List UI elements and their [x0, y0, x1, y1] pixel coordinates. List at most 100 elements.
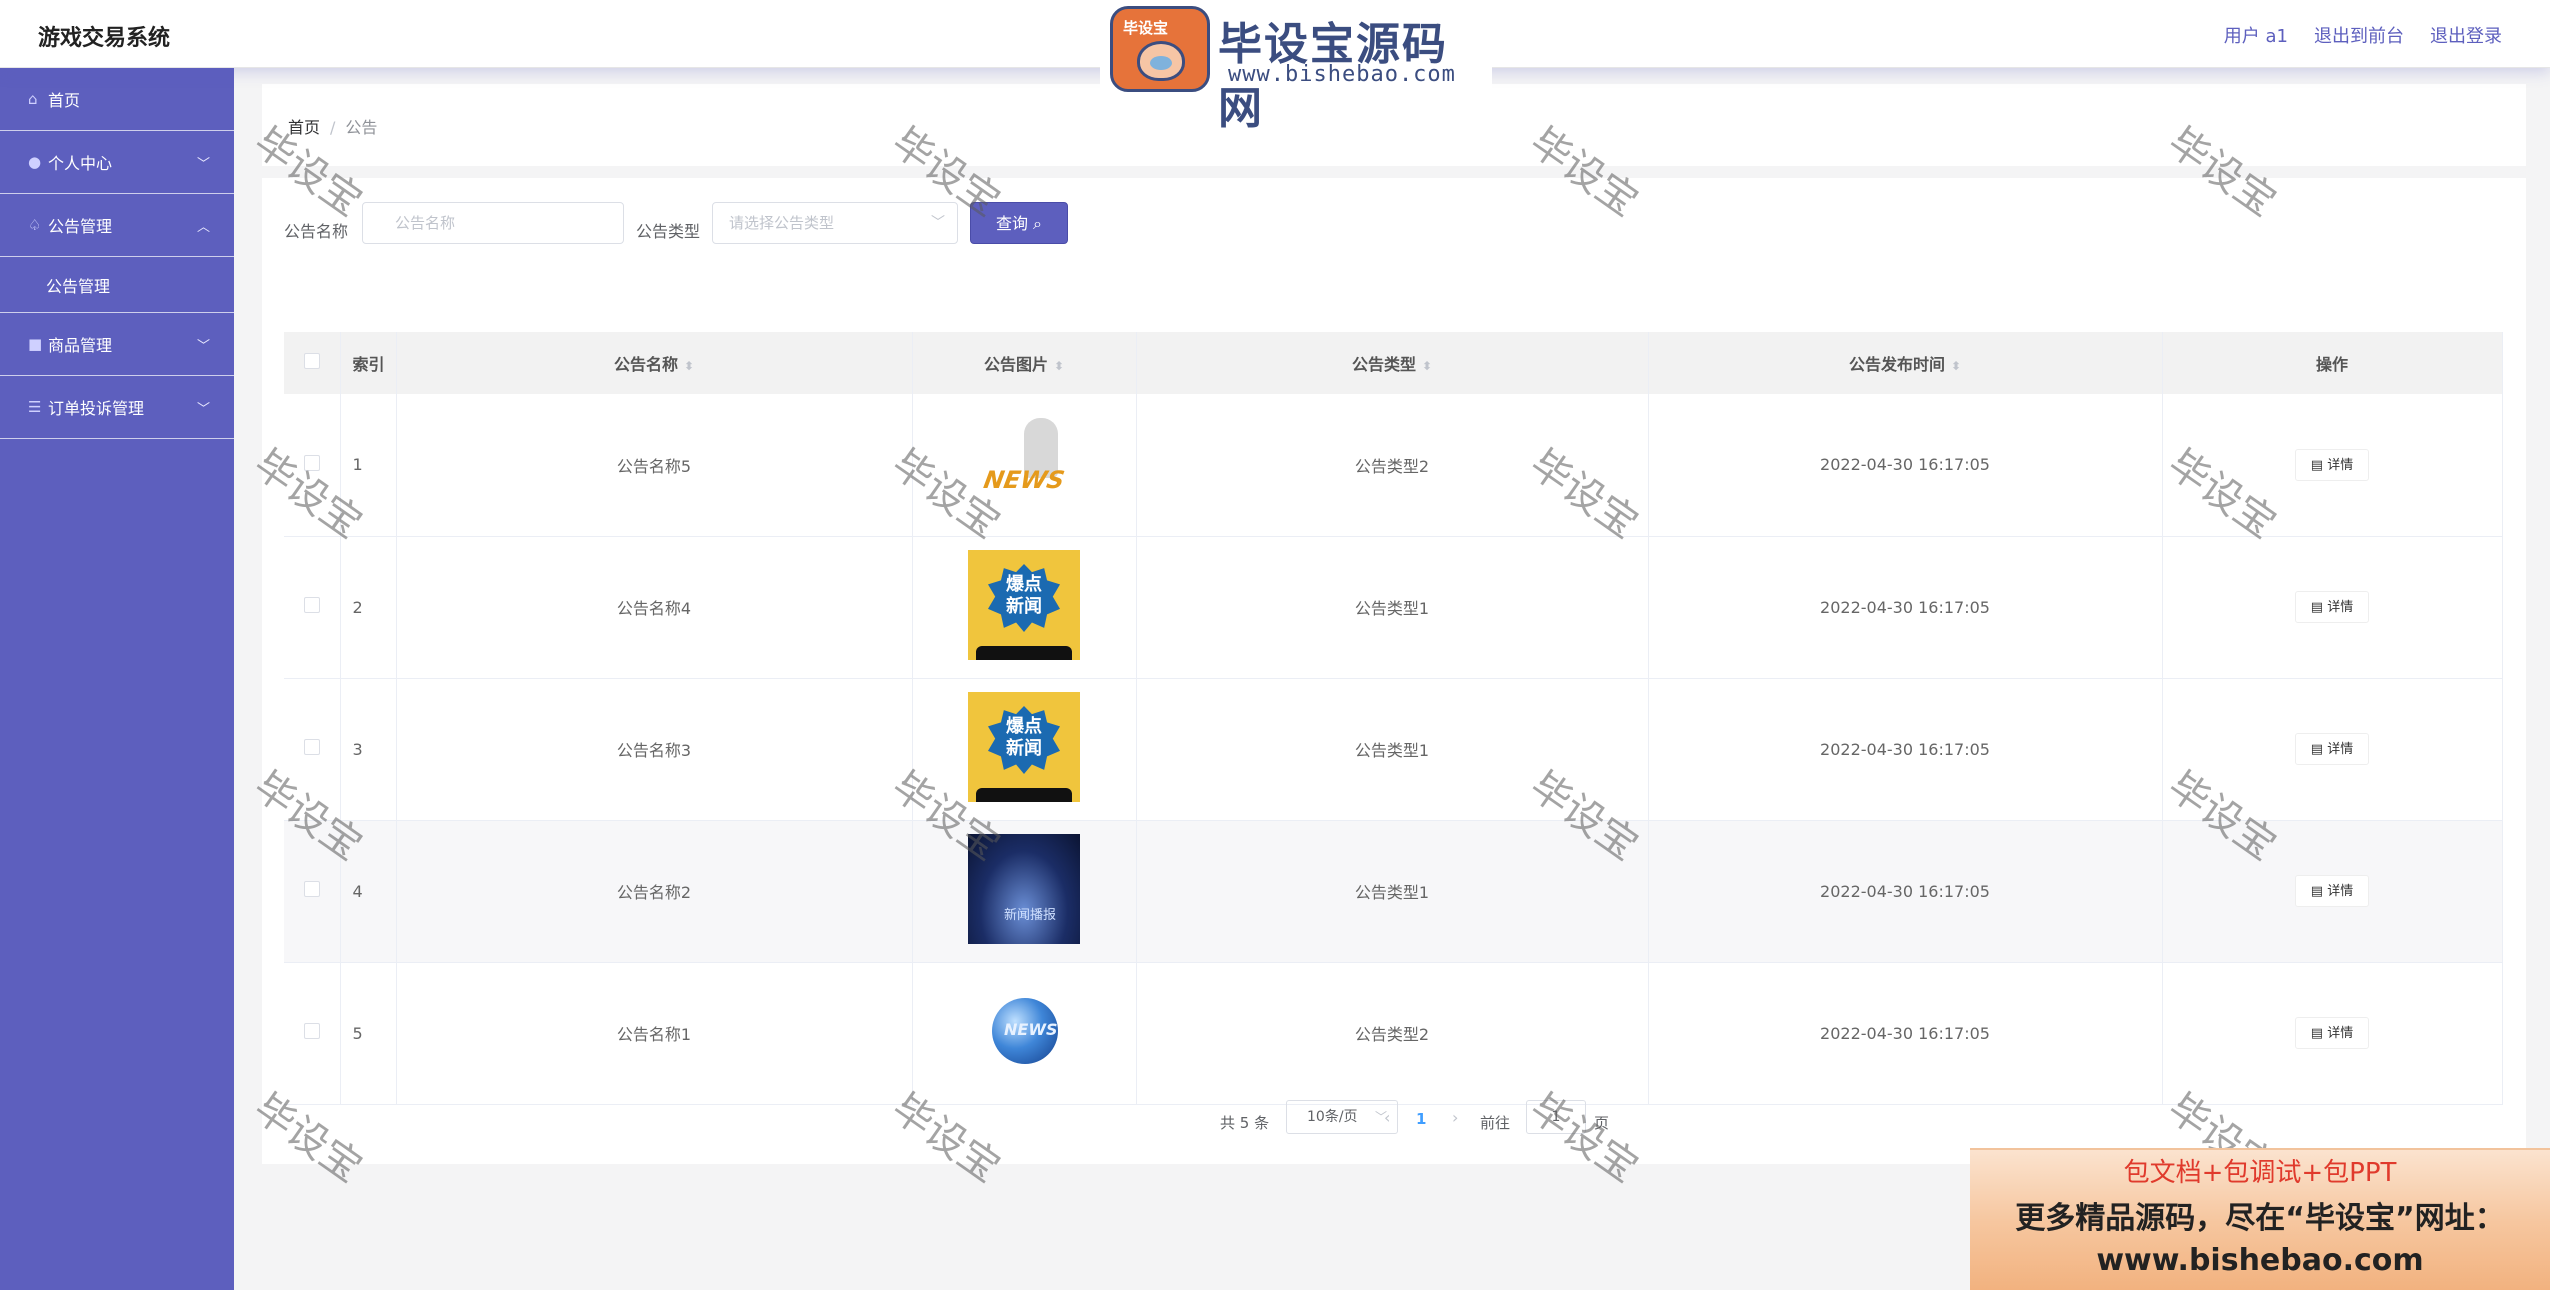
goto-page-input[interactable]: 1 [1526, 1100, 1586, 1134]
sort-icon[interactable]: ⬍ [1422, 359, 1432, 373]
main-content: 首页 / 公告 公告名称 公告名称 公告类型 请选择公告类型 ﹀ 查询 ⌕ 索引 公… [234, 68, 2550, 1290]
sidebar-item-label: 商品管理 [48, 336, 113, 355]
sort-icon[interactable]: ⬍ [1951, 359, 1961, 373]
breadcrumb-separator: / [330, 118, 336, 137]
query-button[interactable]: 查询 ⌕ [970, 202, 1068, 244]
current-user-link[interactable]: 用户 a1 [2224, 22, 2288, 48]
row-type: 公告类型2 [1136, 394, 1649, 537]
detail-label: 详情 [2327, 1026, 2354, 1041]
doc-icon: ▤ [2310, 457, 2328, 473]
promo-line3: www.bishebao.com [2096, 1243, 2424, 1278]
logo-badge-icon: 毕设宝 [1110, 6, 1210, 92]
sidebar-item-personal-center[interactable]: ● 个人中心 ﹀ [0, 131, 234, 194]
row-checkbox[interactable] [303, 1023, 320, 1039]
bell-icon: ♤ [28, 216, 42, 234]
row-time: 2022-04-30 16:17:05 [1648, 820, 2163, 963]
table-row: 1 公告名称5 NEWS 公告类型2 2022-04-30 16:17:05 ▤… [284, 394, 2503, 537]
sort-icon[interactable]: ⬍ [684, 359, 694, 373]
page-size-select[interactable]: 10条/页 ﹀ [1286, 1100, 1398, 1134]
col-time[interactable]: 公告发布时间 ⬍ [1648, 332, 2163, 394]
breaking-news-image[interactable]: 爆点新闻 [968, 550, 1080, 660]
row-checkbox[interactable] [303, 454, 320, 471]
sidebar-item-goods-management[interactable]: ■ 商品管理 ﹀ [0, 313, 234, 376]
sidebar-item-notice-management[interactable]: ♤ 公告管理 ︿ [0, 194, 234, 257]
image-caption: 爆点新闻 [1006, 574, 1042, 617]
table-row: 3 公告名称3 爆点新闻 公告类型1 2022-04-30 16:17:05 ▤… [284, 678, 2503, 821]
prev-page-icon[interactable]: ‹ [1384, 1108, 1390, 1127]
row-image-cell: 爆点新闻 [912, 678, 1137, 821]
news-figure-image[interactable]: NEWS [968, 407, 1080, 518]
promo-line2: 更多精品源码，尽在“毕设宝”网址： [2015, 1201, 2505, 1236]
site-logo: 毕设宝 毕设宝源码网 www.bishebao.com [1100, 0, 1492, 134]
row-checkbox[interactable] [303, 597, 320, 613]
col-name[interactable]: 公告名称 ⬍ [396, 332, 913, 394]
sidebar-subitem-notice-management[interactable]: 公告管理 [0, 257, 234, 313]
notice-name-label: 公告名称 [284, 222, 349, 241]
detail-label: 详情 [2327, 884, 2354, 899]
doc-icon: ▤ [2310, 742, 2328, 757]
detail-label: 详情 [2327, 600, 2354, 615]
detail-button[interactable]: ▤ 详情 [2295, 1017, 2369, 1049]
col-time-label: 公告发布时间 [1848, 355, 1945, 374]
sort-icon[interactable]: ⬍ [1054, 359, 1064, 373]
sidebar-item-order-complaint-management[interactable]: ☰ 订单投诉管理 ﹀ [0, 376, 234, 439]
chevron-down-icon: ﹀ [931, 215, 945, 231]
row-type: 公告类型2 [1136, 962, 1649, 1105]
logout-link[interactable]: 退出登录 [2430, 22, 2502, 48]
promo-banner: 包文档+包调试+包PPT 更多精品源码，尽在“毕设宝”网址： www.bishe… [1970, 1148, 2550, 1290]
row-actions: ▤ 详情 [2162, 536, 2503, 679]
col-type-label: 公告类型 [1351, 355, 1416, 374]
sidebar-item-label: 个人中心 [48, 154, 113, 173]
table-row: 2 公告名称4 爆点新闻 公告类型1 2022-04-30 16:17:05 ▤… [284, 536, 2503, 679]
notice-type-label: 公告类型 [636, 222, 701, 241]
doc-icon: ▤ [2310, 1026, 2328, 1041]
breadcrumb-home[interactable]: 首页 [288, 118, 320, 137]
table-row: 4 公告名称2 新闻播报 公告类型1 2022-04-30 16:17:05 ▤… [284, 820, 2503, 963]
row-image-cell: NEWS [912, 394, 1137, 537]
sidebar-item-label: 订单投诉管理 [48, 399, 145, 418]
row-image-cell: 爆点新闻 [912, 536, 1137, 679]
detail-button[interactable]: ▤ 详情 [2295, 591, 2369, 623]
current-page[interactable]: 1 [1416, 1110, 1426, 1128]
row-type: 公告类型1 [1136, 536, 1649, 679]
globe-image[interactable]: NEWS [968, 976, 1080, 1086]
detail-button[interactable]: ▤ 详情 [2295, 733, 2369, 765]
goto-suffix: 页 [1594, 1114, 1610, 1132]
notice-type-placeholder: 请选择公告类型 [729, 214, 835, 232]
col-image[interactable]: 公告图片 ⬍ [912, 332, 1137, 394]
row-actions: ▤ 详情 [2162, 962, 2503, 1105]
notice-name-input[interactable]: 公告名称 [362, 202, 624, 244]
row-checkbox[interactable] [303, 739, 320, 755]
select-all-checkbox[interactable] [303, 353, 320, 369]
row-time: 2022-04-30 16:17:05 [1648, 536, 2163, 679]
breadcrumb-current: 公告 [345, 118, 378, 137]
col-type[interactable]: 公告类型 ⬍ [1136, 332, 1649, 394]
row-time: 2022-04-30 16:17:05 [1648, 394, 2163, 537]
detail-button[interactable]: ▤ 详情 [2295, 875, 2369, 907]
promo-line1: 包文档+包调试+包PPT [2123, 1158, 2397, 1188]
row-checkbox[interactable] [303, 881, 320, 897]
detail-button[interactable]: ▤ 详情 [2295, 448, 2369, 481]
chevron-down-icon: ﹀ [196, 156, 210, 172]
breaking-news-image[interactable]: 爆点新闻 [968, 692, 1080, 802]
col-actions: 操作 [2162, 332, 2503, 394]
row-index: 3 [340, 678, 397, 821]
app-title: 游戏交易系统 [38, 26, 171, 51]
sidebar-item-home[interactable]: ⌂ 首页 [0, 68, 234, 131]
breadcrumb: 首页 / 公告 [288, 114, 377, 138]
image-caption: 爆点新闻 [1006, 716, 1042, 759]
row-index: 2 [340, 536, 397, 679]
next-page-icon[interactable]: › [1452, 1108, 1458, 1127]
exit-to-frontend-link[interactable]: 退出到前台 [2314, 22, 2404, 48]
sidebar-item-label: 首页 [48, 91, 81, 110]
col-index: 索引 [340, 332, 397, 394]
doc-icon: ▤ [2310, 884, 2328, 899]
notice-type-select[interactable]: 请选择公告类型 ﹀ [712, 202, 958, 244]
row-index: 1 [340, 394, 397, 537]
chevron-down-icon: ﹀ [196, 338, 210, 354]
chevron-up-icon: ︿ [196, 219, 210, 235]
row-name: 公告名称5 [396, 394, 913, 537]
table-header-row: 索引 公告名称 ⬍ 公告图片 ⬍ 公告类型 ⬍ 公告发布时间 ⬍ 操作 [284, 332, 2503, 394]
row-type: 公告类型1 [1136, 820, 1649, 963]
stage-image[interactable]: 新闻播报 [968, 834, 1080, 944]
